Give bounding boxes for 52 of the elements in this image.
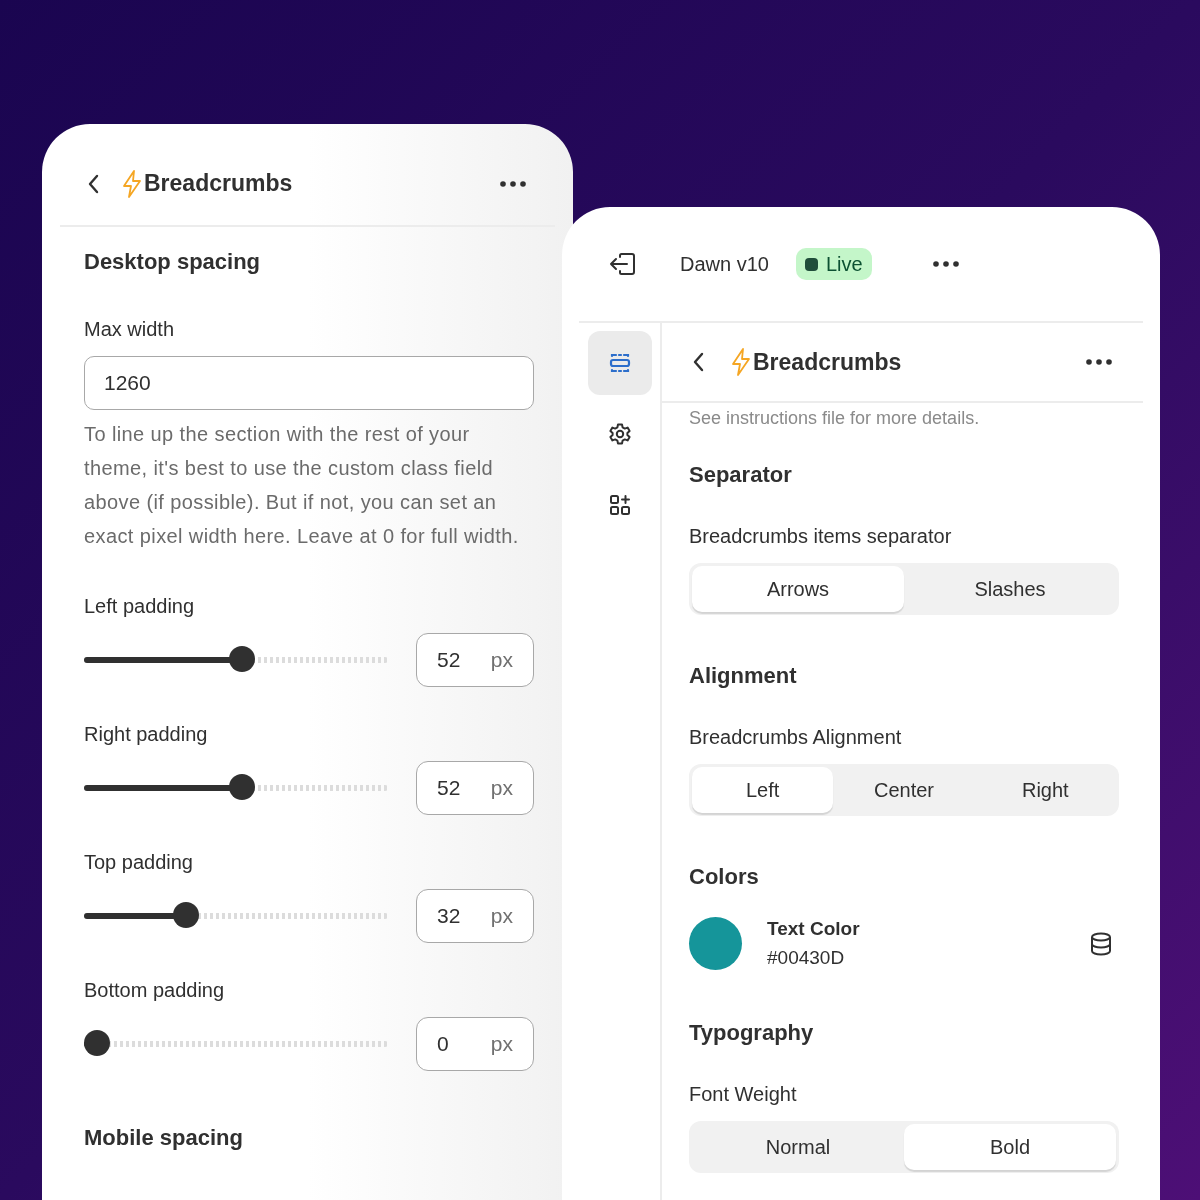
slider[interactable]	[84, 646, 388, 674]
field-value: 32	[437, 903, 462, 930]
slider[interactable]	[84, 774, 388, 802]
section-heading: Mobile spacing	[84, 1124, 244, 1152]
number-field[interactable]: 0 px	[416, 1017, 534, 1071]
slider[interactable]	[84, 1030, 388, 1058]
segment-option[interactable]: Arrows	[692, 566, 904, 612]
lightning-icon	[122, 169, 142, 198]
section-heading: Separator	[689, 461, 793, 489]
color-label: Text Color	[767, 917, 860, 941]
slider-label: Right padding	[84, 722, 209, 747]
unit-label: px	[490, 647, 513, 674]
slider[interactable]	[84, 902, 388, 930]
field-label: Max width	[84, 317, 176, 342]
field-value: 52	[437, 647, 462, 674]
database-icon[interactable]	[1089, 930, 1113, 957]
segment-option[interactable]: Left	[692, 767, 834, 813]
unit-label: px	[490, 1031, 513, 1058]
section-heading: Colors	[689, 863, 760, 891]
segment-option[interactable]: Right	[974, 767, 1116, 813]
segment-option[interactable]: Center	[833, 767, 975, 813]
live-badge: Live	[795, 248, 872, 280]
field-label: Breadcrumbs Alignment	[689, 725, 903, 750]
field-label: Font Weight	[689, 1082, 798, 1107]
help-text: To line up the section with the rest of your theme, it's best to use the custom class field above (if possible). But if not, you can set an exact pixel width here. Leave at 0 for full width.	[84, 422, 520, 549]
lightning-icon	[731, 348, 751, 376]
slider-label: Top padding	[84, 850, 194, 875]
panel-title: Breadcrumbs	[753, 347, 902, 377]
number-field[interactable]: 32 px	[416, 889, 534, 943]
segment-option[interactable]: Normal	[692, 1124, 904, 1170]
slider-label: Left padding	[84, 594, 196, 619]
color-swatch[interactable]	[689, 917, 742, 970]
number-field[interactable]: 52 px	[416, 761, 534, 815]
unit-label: px	[490, 775, 513, 802]
segment-option[interactable]: Bold	[904, 1124, 1116, 1170]
section-heading: Typography	[689, 1019, 815, 1047]
note-text: See instructions file for more details.	[689, 407, 981, 430]
field-value: 52	[437, 775, 462, 802]
segment-option[interactable]: Slashes	[904, 566, 1116, 612]
section-heading: Desktop spacing	[84, 248, 262, 276]
field-label: Breadcrumbs items separator	[689, 524, 953, 549]
panel-title: Breadcrumbs	[144, 169, 293, 199]
section-heading: Alignment	[689, 662, 798, 690]
max-width-field[interactable]: 1260	[84, 356, 534, 410]
exit-icon[interactable]	[608, 251, 636, 277]
sections-icon[interactable]	[587, 331, 652, 395]
field-value: 0	[437, 1031, 450, 1058]
slider-label: Bottom padding	[84, 978, 226, 1003]
theme-name: Dawn v10	[680, 252, 769, 277]
unit-label: px	[490, 903, 513, 930]
number-field[interactable]: 52 px	[416, 633, 534, 687]
color-value: #00430D	[767, 945, 846, 970]
